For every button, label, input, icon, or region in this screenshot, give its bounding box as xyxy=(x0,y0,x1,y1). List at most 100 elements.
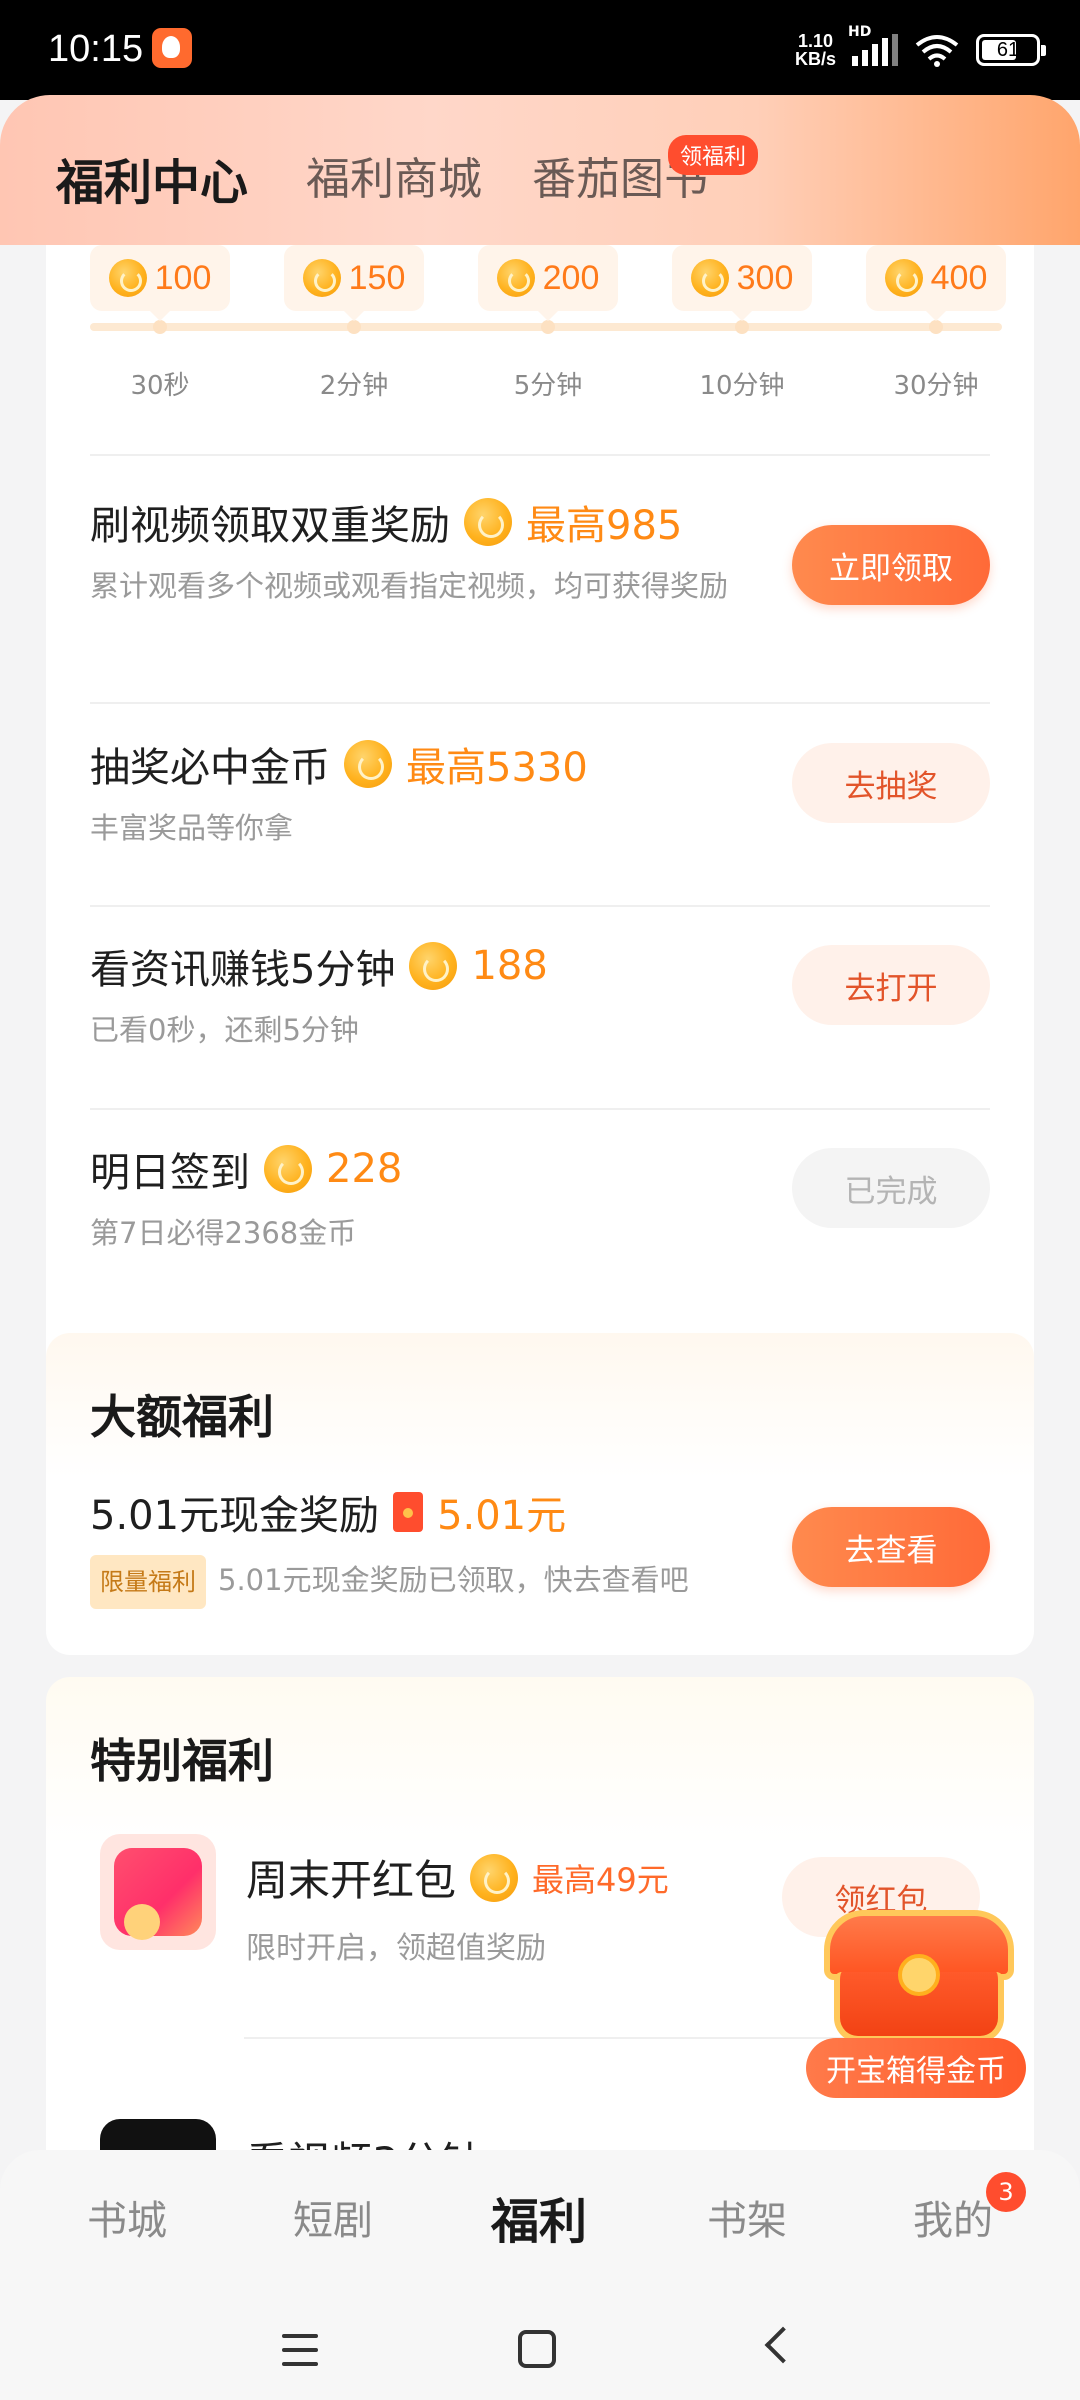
task-reward: 最高5330 xyxy=(406,745,588,791)
status-time: 10:15 xyxy=(48,28,144,70)
mine-badge: 3 xyxy=(986,2172,1026,2212)
task-title: 抽奖必中金币 xyxy=(90,745,330,791)
coin-icon xyxy=(884,259,923,297)
coin-icon xyxy=(108,259,147,297)
coin-icon xyxy=(302,259,341,297)
milestone-coins: 200 xyxy=(542,258,600,297)
network-speed-unit: KB/s xyxy=(794,49,836,69)
task-desc: 丰富奖品等你拿 xyxy=(90,811,294,845)
task-reward: 5.01元 xyxy=(437,1493,567,1539)
claim-now-button[interactable]: 立即领取 xyxy=(792,525,990,605)
task-desc: 累计观看多个视频或观看指定视频，均可获得奖励 xyxy=(90,569,729,603)
milestone-dot xyxy=(541,320,555,334)
nav-short-drama[interactable]: 短剧 xyxy=(268,2188,398,2246)
coin-icon xyxy=(264,1145,312,1193)
network-type: HD xyxy=(848,24,872,40)
task-title: 刷视频领取双重奖励 xyxy=(90,503,450,549)
completed-button: 已完成 xyxy=(792,1148,990,1228)
status-icons: 1.10 KB/s HD 61 xyxy=(795,24,1046,72)
milestone-time: 30秒 xyxy=(130,371,190,401)
home-icon[interactable] xyxy=(518,2330,556,2368)
milestone-coins: 400 xyxy=(930,258,988,297)
coin-icon xyxy=(344,740,392,788)
task-row-lottery: 抽奖必中金币 最高5330 丰富奖品等你拿 去抽奖 xyxy=(90,735,990,875)
back-icon[interactable] xyxy=(748,2320,808,2380)
milestone-reward: 200 xyxy=(478,245,618,321)
cell-signal-icon: HD xyxy=(848,24,898,66)
red-packet-icon xyxy=(393,1492,424,1532)
battery-level: 61 xyxy=(996,39,1020,61)
section-title: 特别福利 xyxy=(90,1734,274,1788)
special-item-title: 看视频3分钟 xyxy=(246,2129,483,2150)
milestone-reward: 300 xyxy=(672,245,812,321)
milestone-dot xyxy=(347,320,361,334)
milestone-reward: 150 xyxy=(284,245,424,321)
treasure-chest-label: 开宝箱得金币 xyxy=(806,2038,1026,2098)
divider xyxy=(90,702,990,704)
divider xyxy=(90,905,990,907)
special-item-desc: 限时开启，领超值奖励 xyxy=(246,1931,546,1966)
coin-icon xyxy=(690,259,729,297)
milestone-time: 10分钟 xyxy=(699,371,785,401)
treasure-chest-button[interactable]: 开宝箱得金币 xyxy=(806,1910,1026,2100)
task-row-news: 看资讯赚钱5分钟 188 已看0秒，还剩5分钟 去打开 xyxy=(90,937,990,1077)
coin-icon xyxy=(464,498,512,546)
network-speed: 1.10 KB/s xyxy=(795,32,836,68)
task-reward: 最高985 xyxy=(526,503,683,549)
nav-bookshelf[interactable]: 书架 xyxy=(682,2188,812,2246)
tab-welfare-center[interactable]: 福利中心 xyxy=(56,143,248,213)
section-title: 大额福利 xyxy=(90,1390,274,1444)
divider xyxy=(90,454,990,456)
task-title: 看资讯赚钱5分钟 xyxy=(90,947,396,993)
task-desc: 已看0秒，还剩5分钟 xyxy=(90,1013,359,1047)
milestone-coins: 150 xyxy=(348,258,406,297)
top-tab-bar: 福利中心 福利商城 番茄图书 领福利 xyxy=(0,95,1080,245)
nav-welfare[interactable]: 福利 xyxy=(474,2182,604,2252)
task-desc: 第7日必得2368金币 xyxy=(90,1216,357,1250)
video-app-icon xyxy=(100,2119,216,2150)
big-welfare-card: 大额福利 5.01元现金奖励 5.01元 限量福利 5.01元现金奖励已领取，快去… xyxy=(46,1333,1034,1655)
tab-welfare-mall[interactable]: 福利商城 xyxy=(306,143,482,207)
status-bar: 10:15 1.10 KB/s HD 61 xyxy=(0,0,1080,100)
coin-icon xyxy=(496,259,535,297)
main-content[interactable]: 100 30秒 150 2分钟 200 5分钟 300 10分钟 400 30分… xyxy=(0,245,1080,2150)
task-reward: 228 xyxy=(326,1146,403,1192)
milestone-coins: 300 xyxy=(736,258,794,297)
coin-icon xyxy=(409,942,458,990)
nav-bookstore[interactable]: 书城 xyxy=(62,2188,192,2246)
task-desc: 5.01元现金奖励已领取，快去查看吧 xyxy=(218,1563,689,1597)
special-item-reward: 最高49元 xyxy=(532,1860,669,1899)
milestone-time: 2分钟 xyxy=(319,371,389,401)
milestone-time: 30分钟 xyxy=(893,371,979,401)
special-item-title: 周末开红包 xyxy=(246,1856,457,1905)
welfare-badge: 领福利 xyxy=(668,135,759,175)
task-title: 明日签到 xyxy=(90,1150,250,1196)
milestone-dot xyxy=(929,320,943,334)
lottery-button[interactable]: 去抽奖 xyxy=(792,743,990,823)
cash-reward-row: 5.01元现金奖励 5.01元 限量福利 5.01元现金奖励已领取，快去查看吧 去… xyxy=(90,1483,990,1623)
red-envelope-app-icon xyxy=(100,1834,216,1950)
reading-milestones: 100 30秒 150 2分钟 200 5分钟 300 10分钟 400 30分… xyxy=(90,245,1006,435)
view-button[interactable]: 去查看 xyxy=(792,1507,990,1587)
bottom-nav: 书城 短剧 福利 书架 我的 3 xyxy=(0,2150,1080,2400)
wifi-icon xyxy=(915,35,959,67)
battery-icon: 61 xyxy=(976,34,1046,66)
milestone-dot xyxy=(735,320,749,334)
task-desc-row: 限量福利 5.01元现金奖励已领取，快去查看吧 xyxy=(90,1555,790,1609)
limited-tag: 限量福利 xyxy=(90,1555,206,1609)
coin-icon xyxy=(470,1853,519,1902)
milestone-reward: 100 xyxy=(90,245,230,321)
milestone-reward: 400 xyxy=(866,245,1006,321)
task-title: 5.01元现金奖励 xyxy=(90,1493,380,1539)
milestone-dot xyxy=(153,320,167,334)
milestone-coins: 100 xyxy=(154,258,212,297)
special-item-title-row: 周末开红包 最高49元 xyxy=(246,1847,669,1908)
task-reward: 188 xyxy=(471,943,548,989)
task-row-video: 刷视频领取双重奖励 最高985 累计观看多个视频或观看指定视频，均可获得奖励 立… xyxy=(90,493,990,673)
task-row-checkin: 明日签到 228 第7日必得2368金币 已完成 xyxy=(90,1140,990,1280)
app-notification-icon xyxy=(152,28,192,68)
network-speed-value: 1.10 xyxy=(797,31,834,51)
menu-icon[interactable] xyxy=(270,2320,330,2380)
open-news-button[interactable]: 去打开 xyxy=(792,945,990,1025)
divider xyxy=(90,1108,990,1110)
